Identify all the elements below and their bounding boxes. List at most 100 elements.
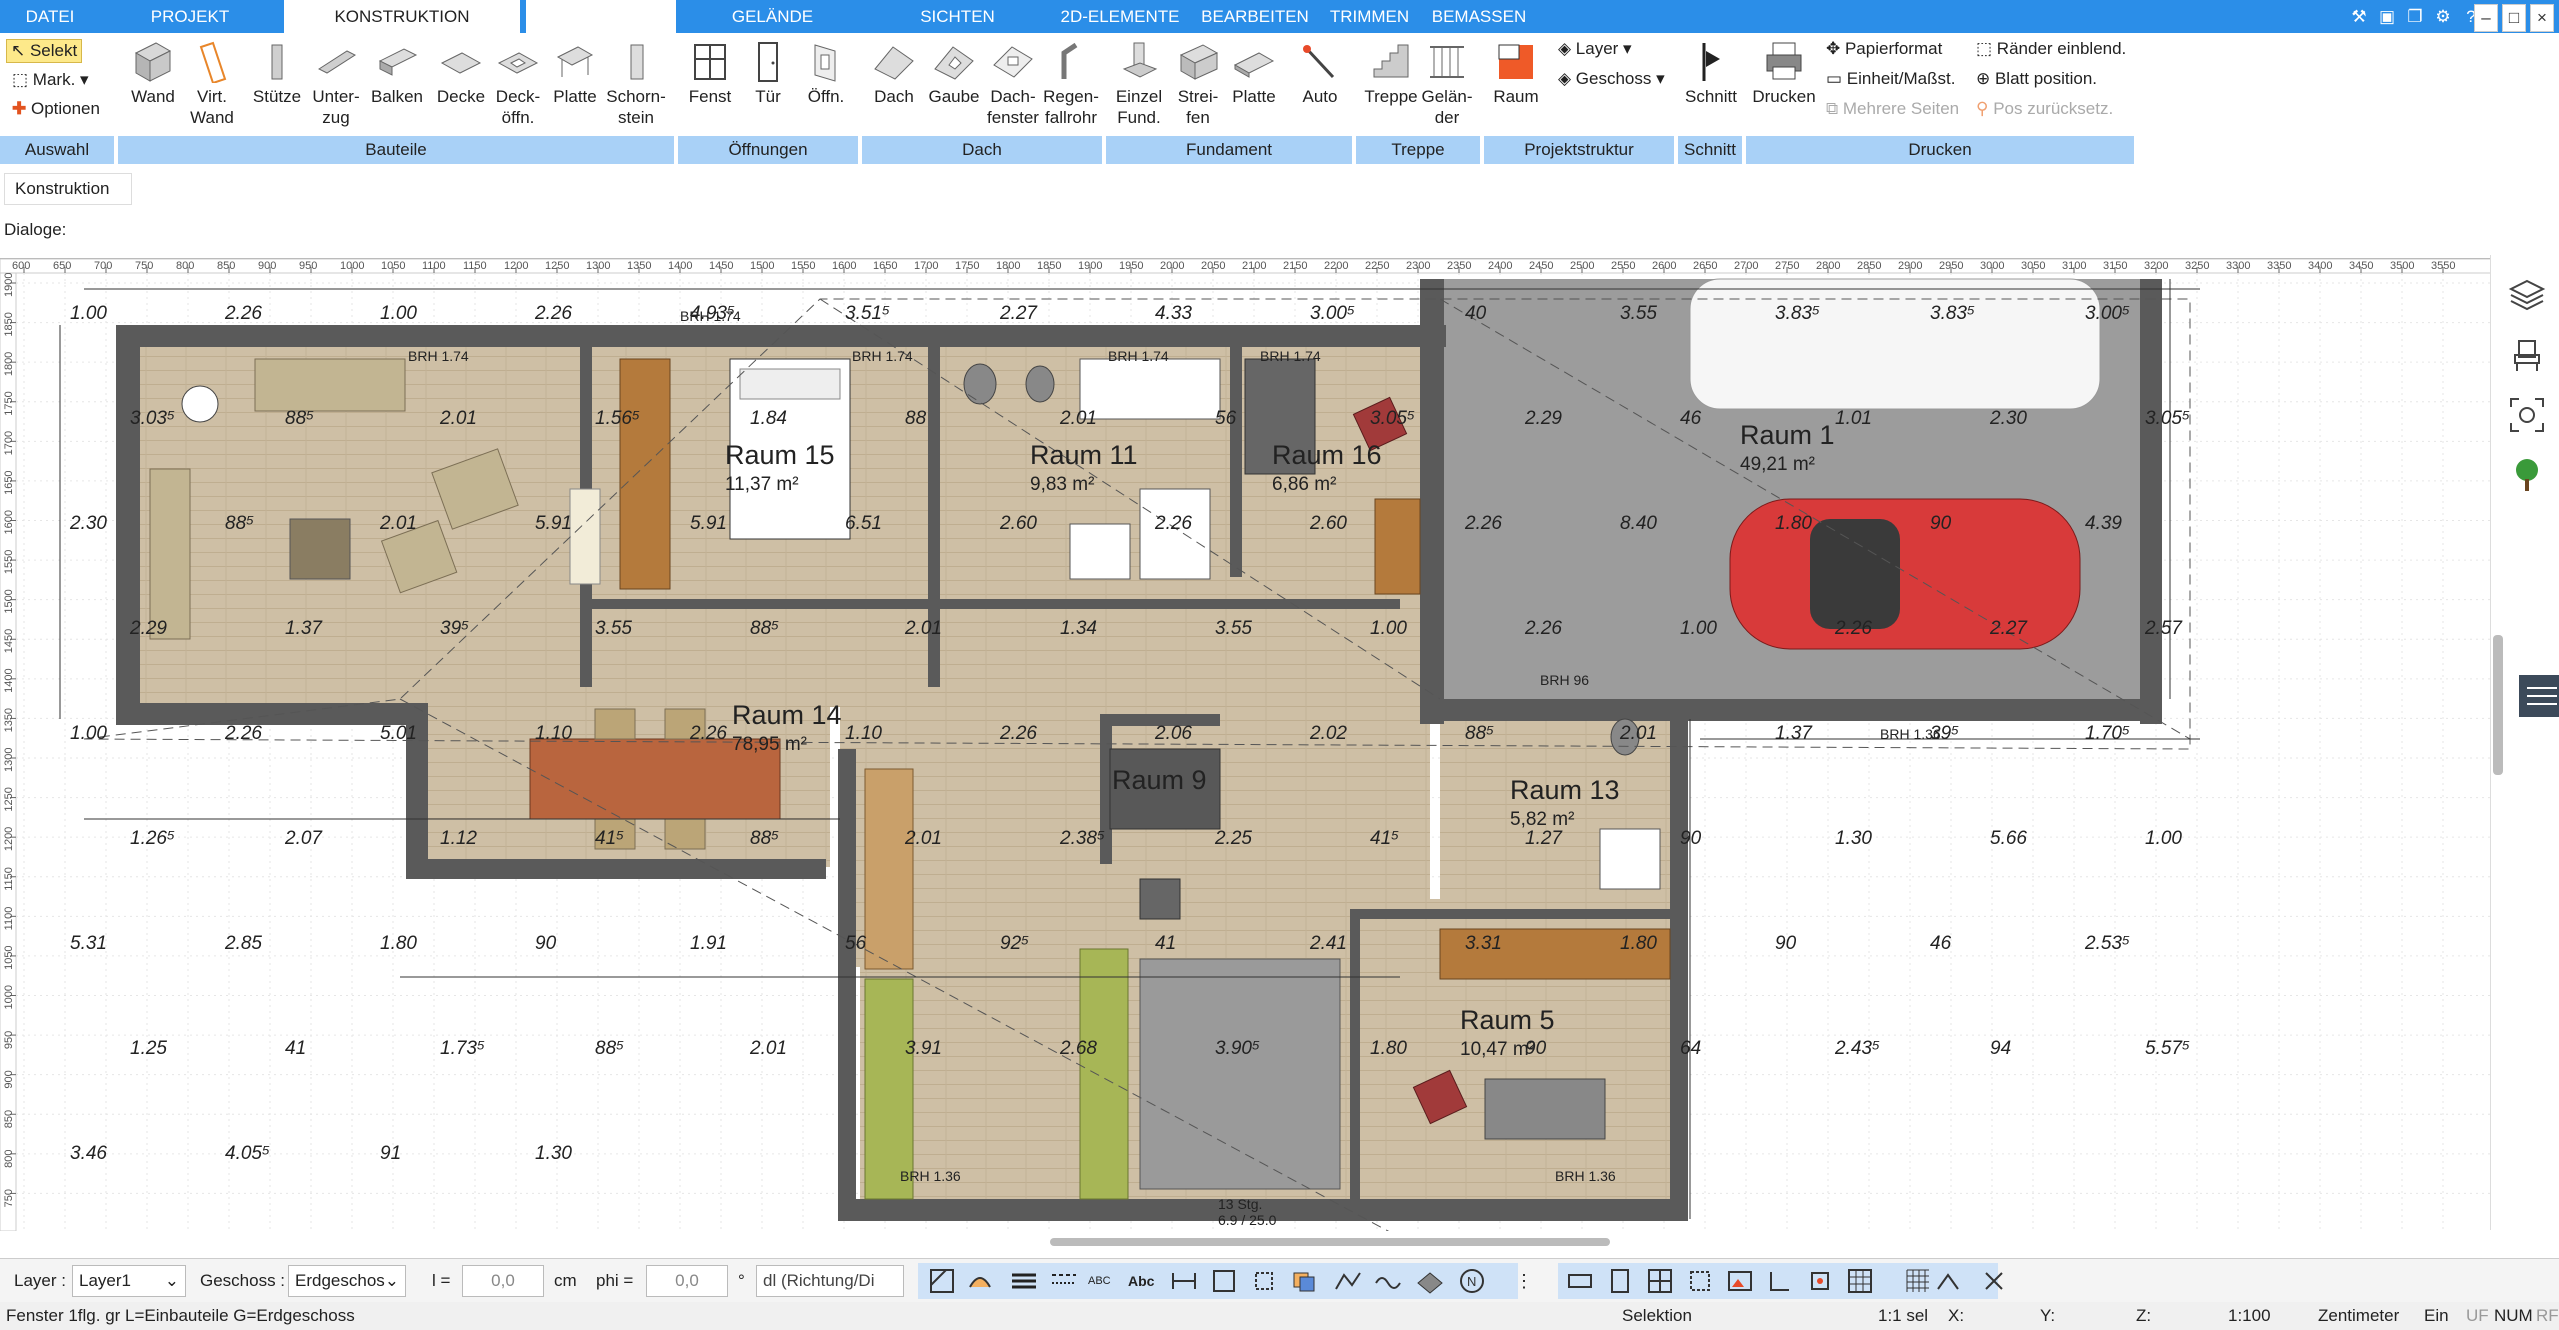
dimension-label: 90 xyxy=(1680,828,1702,849)
strip-foundation-button[interactable]: Strei-fen xyxy=(1170,39,1226,128)
status-mode: Selektion xyxy=(1622,1306,1692,1325)
door-button[interactable]: Tür xyxy=(740,39,796,107)
point-icon[interactable] xyxy=(1806,1267,1834,1295)
horizontal-scrollbar-thumb[interactable] xyxy=(1050,1238,1610,1246)
surface-icon[interactable] xyxy=(1416,1267,1444,1295)
layer-select[interactable]: Layer1 ⌄ xyxy=(72,1265,186,1297)
foundation-slab-button[interactable]: Platte xyxy=(1226,39,1282,107)
close-icon[interactable]: × xyxy=(2530,4,2554,32)
column-button[interactable]: Stütze xyxy=(248,39,306,107)
single-foundation-button[interactable]: Einzel Fund. xyxy=(1110,39,1168,128)
reset-position-button[interactable]: ⚲ Pos zurücksetz. xyxy=(1976,99,2113,119)
snap-icon[interactable] xyxy=(1250,1267,1278,1295)
angle-input[interactable]: 0,0 xyxy=(646,1265,728,1297)
wave-icon[interactable] xyxy=(1374,1267,1402,1295)
north-icon[interactable]: N xyxy=(1458,1267,1486,1295)
panel-toggle-button[interactable] xyxy=(2519,675,2559,717)
section-button[interactable]: Schnitt xyxy=(1684,39,1738,107)
hatch-icon[interactable] xyxy=(928,1267,956,1295)
paper-format-button[interactable]: ✥ Papierformat xyxy=(1826,39,1942,59)
measure-icon[interactable] xyxy=(1170,1267,1198,1295)
position-sheet-button[interactable]: ⊕ Blatt position. xyxy=(1976,69,2097,89)
text-icon[interactable]: Abc xyxy=(1128,1267,1156,1295)
zoom-extents-icon[interactable] xyxy=(2507,395,2547,435)
virtual-wall-button[interactable]: Virt. Wand xyxy=(186,39,238,128)
window-tile-icon[interactable]: ▣ xyxy=(2374,4,2400,30)
tab-datei[interactable]: DATEI xyxy=(0,0,100,33)
balken-button[interactable]: Balken xyxy=(366,39,428,107)
stairs-button[interactable]: Treppe xyxy=(1360,39,1422,107)
beam-below-button[interactable]: Unter-zug xyxy=(308,39,364,128)
ruler-tick-label: 3200 xyxy=(2144,260,2168,272)
window-cascade-icon[interactable]: ❐ xyxy=(2402,4,2428,30)
line-style-icon[interactable] xyxy=(1050,1267,1078,1295)
print-button[interactable]: Drucken xyxy=(1748,39,1820,107)
wall-button[interactable]: Wand xyxy=(126,39,180,107)
multi-page-button[interactable]: ⧉ Mehrere Seiten xyxy=(1826,99,1959,119)
tab-bearbeiten[interactable]: BEARBEITEN xyxy=(1195,0,1315,33)
tree-icon[interactable] xyxy=(2507,455,2547,495)
move-icon: ✥ xyxy=(1826,39,1845,58)
room-area-label: 49,21 m² xyxy=(1740,454,1815,475)
chair-catalog-icon[interactable] xyxy=(2507,335,2547,375)
fill-icon[interactable] xyxy=(966,1267,994,1295)
mark-button[interactable]: ⬚ Mark. ▾ xyxy=(12,70,89,90)
image-icon[interactable] xyxy=(1726,1267,1754,1295)
window-button[interactable]: Fenst xyxy=(682,39,738,107)
length-input[interactable]: 0,0 xyxy=(462,1265,544,1297)
floor-select[interactable]: Erdgeschos ⌄ xyxy=(288,1265,406,1297)
direction-select[interactable]: dl (Richtung/Di xyxy=(756,1265,904,1297)
roof-window-button[interactable]: Dach-fenster xyxy=(984,39,1042,128)
select-button[interactable]: ↖ Selekt xyxy=(6,39,83,63)
corner-icon[interactable] xyxy=(1766,1267,1794,1295)
roof-button[interactable]: Dach xyxy=(864,39,924,107)
select-window-icon[interactable] xyxy=(1686,1267,1714,1295)
tab-sichten[interactable]: SICHTEN xyxy=(880,0,1035,33)
layer-dropdown[interactable]: ◈ Layer ▾ xyxy=(1558,39,1632,59)
railing-button[interactable]: Gelän-der xyxy=(1416,39,1478,128)
page-icon[interactable] xyxy=(1606,1267,1634,1295)
restore-icon[interactable]: □ xyxy=(2502,4,2526,32)
ceiling-button[interactable]: Decke xyxy=(434,39,488,107)
dormer-button[interactable]: Gaube xyxy=(924,39,984,107)
grid-pattern-icon[interactable] xyxy=(1904,1267,1932,1295)
ceiling-opening-button[interactable]: Deck-öffn. xyxy=(490,39,546,128)
snap-cursor-icon[interactable] xyxy=(1934,1267,1962,1295)
room-grid-icon[interactable] xyxy=(1846,1267,1874,1295)
tab-konstruktion[interactable]: KONSTRUKTION xyxy=(284,0,520,33)
tab-2d-elemente[interactable]: 2D-ELEMENTE xyxy=(1050,0,1190,33)
tab-projekt[interactable]: PROJEKT xyxy=(110,0,270,33)
tab-blank[interactable] xyxy=(526,0,676,33)
slab-button[interactable]: Platte xyxy=(548,39,602,107)
floor-plan[interactable]: 600 650 700 750 800 850 900 950 1000 1050 1100 1150… xyxy=(0,259,2492,1231)
vertical-scrollbar-thumb[interactable] xyxy=(2493,635,2503,775)
bed-icon xyxy=(1484,1078,1606,1140)
layers-stack-icon[interactable] xyxy=(2507,275,2547,315)
chimney-button[interactable]: Schorn-stein xyxy=(604,39,668,128)
show-margins-button[interactable]: ⬚ Ränder einblend. xyxy=(1976,39,2126,59)
auto-button[interactable]: Auto xyxy=(1290,39,1350,107)
settings-gear-icon[interactable]: ⚙ xyxy=(2430,4,2456,30)
grid-view-icon[interactable] xyxy=(1646,1267,1674,1295)
tools-icon[interactable]: ⚒ xyxy=(2346,4,2372,30)
drawing-canvas[interactable]: 600 650 700 750 800 850 900 950 1000 1050 1100 1150… xyxy=(0,258,2492,1231)
line-weight-icon[interactable] xyxy=(1010,1267,1038,1295)
view-icon[interactable] xyxy=(1566,1267,1594,1295)
unit-scale-button[interactable]: ▭ Einheit/Maßst. xyxy=(1826,69,1955,89)
more-icon[interactable]: ⋮ xyxy=(1510,1267,1538,1295)
cursor-x-icon[interactable] xyxy=(1980,1267,2008,1295)
tab-trimmen[interactable]: TRIMMEN xyxy=(1322,0,1417,33)
frame-icon[interactable] xyxy=(1210,1267,1238,1295)
options-button[interactable]: ✚ Optionen xyxy=(12,99,100,119)
color-icon[interactable] xyxy=(1290,1267,1318,1295)
room-button[interactable]: Raum xyxy=(1490,39,1542,107)
downpipe-button[interactable]: Regen-fallrohr xyxy=(1040,39,1102,128)
floor-dropdown[interactable]: ◈ Geschoss ▾ xyxy=(1558,69,1665,89)
group-schnitt: Schnitt xyxy=(1678,136,1742,164)
tab-bemassen[interactable]: BEMASSEN xyxy=(1424,0,1534,33)
opening-button[interactable]: Öffn. xyxy=(798,39,854,107)
minimize-icon[interactable]: – xyxy=(2474,4,2498,32)
polyline-icon[interactable] xyxy=(1334,1267,1362,1295)
dimension-style-icon[interactable]: ABC xyxy=(1088,1267,1116,1295)
tab-gelaende[interactable]: GELÄNDE xyxy=(690,0,855,33)
